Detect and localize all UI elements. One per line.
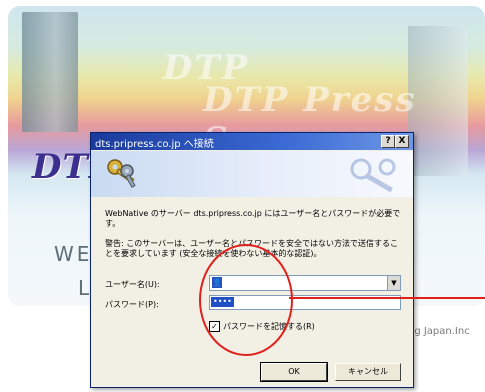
chevron-down-icon[interactable]: ▼ (387, 276, 400, 290)
dialog-title: dts.pripress.co.jp へ接続 (95, 139, 214, 150)
password-label: パスワード(P): (105, 300, 159, 309)
keys-icon (107, 159, 136, 188)
close-button[interactable]: X (395, 135, 409, 148)
decorative-keys-icon (350, 158, 396, 193)
cancel-button[interactable]: キャンセル (335, 363, 401, 381)
server-message: WebNative のサーバー dts.pripress.co.jp にはユーザ… (105, 209, 401, 228)
ok-button[interactable]: OK (260, 362, 328, 382)
banner-photo (22, 12, 78, 132)
help-button[interactable]: ? (381, 135, 395, 148)
annotation-circle (199, 244, 293, 356)
dialog-header-band (91, 151, 413, 197)
username-label: ユーザー名(U): (105, 280, 160, 289)
banner-title-line2: L (78, 276, 90, 300)
annotation-leader-line (289, 297, 485, 299)
dialog-titlebar[interactable]: dts.pripress.co.jp へ接続 ? X (91, 133, 413, 150)
